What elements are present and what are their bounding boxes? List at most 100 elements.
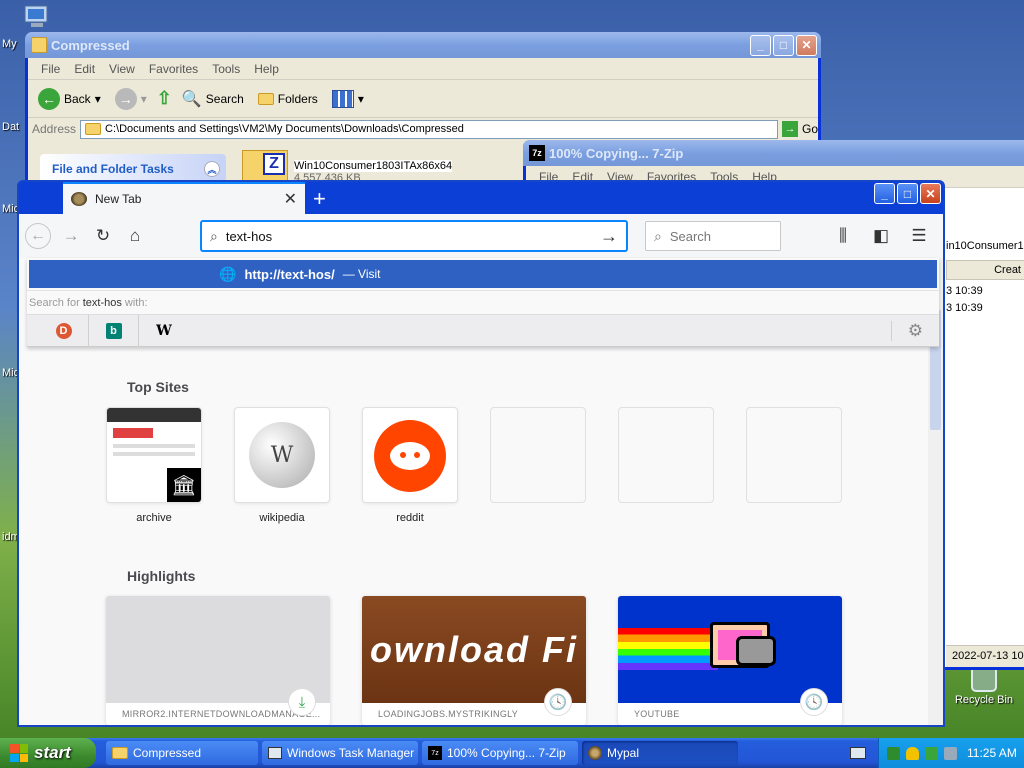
download-icon: ⤓	[288, 688, 316, 716]
url-bar[interactable]: ⌕ →	[201, 221, 627, 251]
address-bar: Address C:\Documents and Settings\VM2\My…	[28, 118, 818, 140]
back-button[interactable]: ←	[25, 223, 51, 249]
task-manager-icon	[268, 747, 282, 759]
column-header-created[interactable]: Creat	[946, 260, 1024, 280]
mypal-icon	[71, 192, 87, 206]
engine-duckduckgo[interactable]: D	[39, 314, 89, 347]
views-icon	[331, 89, 354, 108]
taskbar-button-mypal[interactable]: Mypal	[582, 741, 738, 765]
top-site-label: archive	[136, 512, 172, 524]
search-icon: 🔍	[181, 90, 202, 108]
go-arrow-icon[interactable]: →	[781, 121, 798, 137]
url-input[interactable]	[225, 228, 592, 244]
top-site-empty[interactable]	[490, 407, 586, 503]
highlights-title: Highlights	[127, 568, 196, 584]
menu-file[interactable]: File	[34, 62, 67, 76]
forward-button[interactable]: →	[59, 224, 83, 248]
menu-favorites[interactable]: Favorites	[142, 62, 205, 76]
chevron-down-icon: ▾	[140, 91, 147, 106]
menu-view[interactable]: View	[102, 62, 142, 76]
search-bar[interactable]: ⌕ Search	[645, 221, 781, 251]
suggestion-url: http://text-hos/	[244, 266, 335, 282]
start-button[interactable]: start	[0, 738, 96, 768]
archive-icon: 🏛	[167, 468, 201, 502]
7zip-icon: 7z	[428, 746, 442, 760]
history-clock-icon: 🕓	[544, 688, 572, 716]
zip-file-partial: in10Consumer18	[946, 240, 1024, 252]
taskbar-button-compressed[interactable]: Compressed	[106, 741, 258, 765]
top-site-label: reddit	[396, 512, 424, 524]
security-shield-icon[interactable]	[906, 746, 919, 760]
forward-button[interactable]: → ▾	[111, 86, 151, 112]
taskbar-label: 100% Copying... 7-Zip	[447, 746, 566, 760]
tab-title: New Tab	[95, 192, 142, 206]
tray-app-icon[interactable]	[887, 746, 900, 760]
maximize-button[interactable]: □	[773, 34, 794, 56]
desktop-label[interactable]: My	[2, 38, 17, 50]
back-button[interactable]: ← Back ▾	[34, 86, 105, 112]
zip-status-date: 2022-07-13 10:	[946, 645, 1024, 667]
gear-icon[interactable]: ⚙	[890, 320, 923, 341]
new-tab-button[interactable]: +	[313, 186, 326, 212]
search-for-suffix: with:	[124, 296, 148, 309]
up-folder-icon[interactable]: ⇧	[157, 88, 172, 109]
folders-button[interactable]: Folders	[254, 90, 322, 108]
address-label: Address	[32, 122, 77, 136]
engine-wikipedia[interactable]: W	[139, 315, 189, 347]
taskbar-label: Windows Task Manager	[287, 746, 415, 760]
top-site-reddit[interactable]	[362, 407, 458, 503]
maximize-button[interactable]: □	[897, 183, 918, 204]
go-arrow-icon[interactable]: →	[600, 226, 618, 247]
library-icon[interactable]: ⫼	[831, 224, 855, 248]
sidebar-icon[interactable]: ◧	[869, 224, 893, 248]
wikipedia-globe-icon: W	[249, 422, 315, 488]
top-site-empty[interactable]	[618, 407, 714, 503]
folder-icon	[85, 123, 102, 135]
top-site-wikipedia[interactable]: W	[234, 407, 330, 503]
network-icon[interactable]	[925, 746, 938, 760]
menu-tools[interactable]: Tools	[205, 62, 247, 76]
zip-title: 100% Copying... 7-Zip	[549, 145, 684, 161]
highlight-card[interactable]: ownload Fi LOADINGJOBS.MYSTRIKINGLY 🕓	[362, 596, 586, 725]
close-button[interactable]: ✕	[796, 34, 817, 56]
forward-arrow-icon: →	[114, 87, 137, 110]
taskbar-label: Compressed	[133, 746, 202, 760]
folder-icon	[112, 747, 128, 759]
highlight-card[interactable]: MIRROR2.INTERNETDOWNLOADMANAGE... ⤓	[106, 596, 330, 725]
taskbar-button-task-manager[interactable]: Windows Task Manager	[262, 741, 418, 765]
reload-button[interactable]: ↻	[91, 224, 115, 248]
search-button[interactable]: 🔍 Search	[178, 87, 248, 111]
close-tab-icon[interactable]: ✕	[284, 189, 297, 209]
explorer-titlebar[interactable]: Compressed _ □ ✕	[25, 32, 821, 58]
my-computer-icon[interactable]	[22, 4, 54, 30]
go-label[interactable]: Go	[802, 122, 818, 136]
firefox-window[interactable]: New Tab ✕ + _ □ ✕ ← → ↻ ⌂ ⌕ → ⌕ Search ⫼…	[17, 180, 945, 727]
zip-titlebar[interactable]: 7z 100% Copying... 7-Zip	[523, 140, 1024, 166]
taskbar-button-7zip[interactable]: 7z 100% Copying... 7-Zip	[422, 741, 578, 765]
taskbar: start Compressed Windows Task Manager 7z…	[0, 738, 1024, 768]
recycle-bin-label: Recycle Bin	[954, 694, 1014, 706]
volume-icon[interactable]	[944, 746, 957, 760]
views-button[interactable]: ▾	[328, 88, 368, 110]
engine-bing[interactable]: b	[89, 314, 139, 347]
minimize-button[interactable]: _	[874, 183, 895, 204]
top-site-empty[interactable]	[746, 407, 842, 503]
7zip-icon: 7z	[529, 145, 545, 161]
minimize-button[interactable]: _	[750, 34, 771, 56]
desktop-label[interactable]: Dat	[2, 121, 19, 133]
menu-help[interactable]: Help	[247, 62, 286, 76]
suggestion-row[interactable]: 🌐 http://text-hos/ — Visit	[29, 260, 937, 288]
home-button[interactable]: ⌂	[123, 224, 147, 248]
highlight-card[interactable]: YOUTUBE 🕓	[618, 596, 842, 725]
clock[interactable]: 11:25 AM	[967, 746, 1017, 760]
top-site-archive[interactable]: 🏛	[106, 407, 202, 503]
keyboard-icon[interactable]	[850, 747, 866, 759]
mypal-icon	[588, 746, 602, 760]
tab-new-tab[interactable]: New Tab ✕	[63, 182, 305, 214]
collapse-icon[interactable]: ︽	[204, 161, 220, 177]
hamburger-menu-icon[interactable]: ☰	[907, 224, 931, 248]
file-name: Win10Consumer1803ITAx86x64	[294, 160, 453, 172]
address-input[interactable]: C:\Documents and Settings\VM2\My Documen…	[80, 119, 778, 139]
close-button[interactable]: ✕	[920, 183, 941, 204]
menu-edit[interactable]: Edit	[67, 62, 102, 76]
